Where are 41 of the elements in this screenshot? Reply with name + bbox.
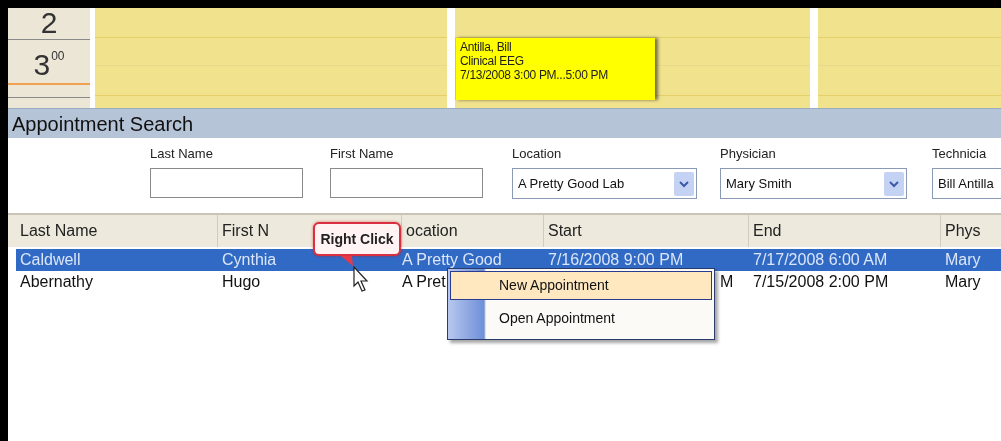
- filter-label: Physician: [720, 146, 777, 162]
- column-header[interactable]: End: [749, 215, 941, 247]
- filter-label: Location: [512, 146, 563, 162]
- appointment-block[interactable]: Antilla, Bill Clinical EEG 7/13/2008 3:00 PM...5:00 PM: [455, 38, 655, 100]
- table-cell-text: Hugo: [222, 272, 261, 292]
- time-label: 2: [40, 8, 58, 38]
- column-header[interactable]: Phys: [941, 215, 1001, 247]
- column-header[interactable]: Start: [544, 215, 749, 247]
- section-title: Appointment Search: [12, 111, 194, 137]
- dropdown[interactable]: Bill Antilla: [932, 168, 1001, 199]
- table-cell-text: Abernathy: [20, 272, 93, 292]
- filter-label: Technicia: [932, 146, 988, 162]
- filter-label: First Name: [330, 146, 395, 162]
- tooltip-pointer-icon: [341, 256, 353, 266]
- chevron-down-icon: [674, 171, 694, 196]
- column-header[interactable]: Last Name: [16, 215, 218, 247]
- appointment-text: Clinical EEG: [460, 54, 525, 68]
- table-cell-text: Caldwell: [20, 250, 81, 270]
- table-cell-text: Mary: [945, 250, 981, 270]
- appointment-text: 7/13/2008 3:00 PM...5:00 PM: [460, 68, 609, 82]
- table-cell-text: 7/15/2008 2:00 PM: [753, 272, 889, 292]
- day-column[interactable]: Antilla, Bill Clinical EEG 7/13/2008 3:00 PM...5:00 PM: [455, 8, 810, 108]
- table-cell-text: A Pretty Good: [402, 250, 502, 270]
- text-field[interactable]: [330, 168, 483, 198]
- table-cell-text: 7/16/2008 9:00 PM: [548, 250, 684, 270]
- appointment-text: Antilla, Bill: [460, 40, 513, 54]
- table-cell-text: Mary: [945, 272, 981, 292]
- table-cell-text: 7/17/2008 6:00 AM: [753, 250, 888, 270]
- table-cell-text: M: [720, 272, 734, 292]
- menu-item[interactable]: Open Appointment: [450, 304, 712, 333]
- table-cell-text: A Pret: [402, 272, 446, 292]
- table-row[interactable]: Caldwell Cynthia A Pretty Good 7/16/2008 9:00 PM 7/17/2008 6:00 AM Mary: [16, 249, 1001, 271]
- dropdown[interactable]: A Pretty Good Lab: [512, 168, 697, 199]
- dropdown[interactable]: Mary Smith: [720, 168, 907, 199]
- column-header[interactable]: ocation: [402, 215, 544, 247]
- chevron-down-icon: [884, 171, 904, 196]
- filter-label: Last Name: [150, 146, 214, 162]
- table-cell-text: Cynthia: [222, 250, 277, 270]
- text-field[interactable]: [150, 168, 303, 198]
- callout-tooltip: Right Click: [313, 222, 401, 256]
- menu-item[interactable]: New Appointment: [450, 271, 712, 300]
